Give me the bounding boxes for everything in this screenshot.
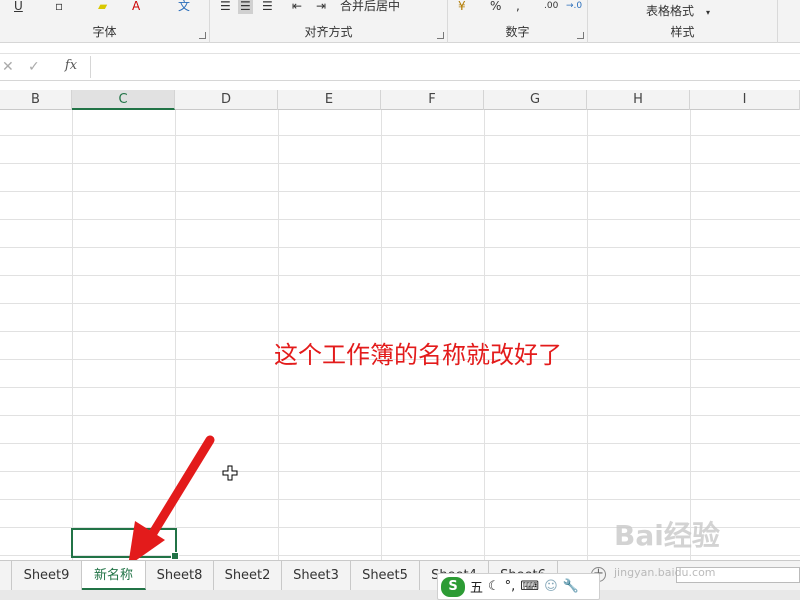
watermark-logo: Bai经验 (614, 519, 720, 552)
tab-sheet5[interactable]: Sheet5 (351, 561, 420, 590)
arrow-shaft (145, 435, 215, 543)
tab-scroll[interactable] (0, 561, 12, 590)
keyboard-icon[interactable]: ⌨ (520, 579, 539, 594)
wrench-icon[interactable]: 🔧 (563, 579, 579, 594)
arrow-annotation (128, 435, 215, 566)
watermark-url: jingyan.baidu.com (614, 566, 716, 579)
tab-sheet9[interactable]: Sheet9 (12, 561, 82, 590)
status-bar (0, 590, 800, 600)
punctuation-icon[interactable]: °, (505, 579, 516, 594)
moon-icon[interactable]: ☾ (488, 579, 500, 594)
sogou-logo-icon[interactable]: S (441, 576, 465, 597)
cursor-icon (222, 465, 238, 481)
tab-sheet3[interactable]: Sheet3 (282, 561, 351, 590)
tab-new-name[interactable]: 新名称 (82, 561, 146, 590)
tab-sheet8[interactable]: Sheet8 (146, 561, 214, 590)
tab-sheet2[interactable]: Sheet2 (214, 561, 282, 590)
ime-toolbar: S 五 ☾ °, ⌨ ☺ 🔧 (437, 573, 600, 600)
user-icon[interactable]: ☺ (544, 579, 558, 594)
ime-mode[interactable]: 五 (470, 577, 483, 596)
